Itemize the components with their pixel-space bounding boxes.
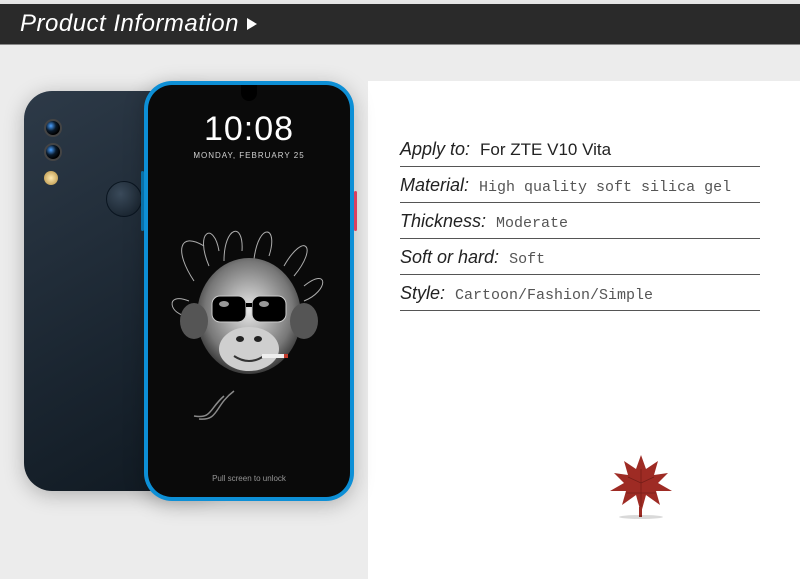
- volume-button: [141, 171, 144, 231]
- content-area: 10:08 MONDAY, FEBRUARY 25: [0, 45, 800, 579]
- phone-screen: 10:08 MONDAY, FEBRUARY 25: [148, 85, 350, 497]
- spec-label: Apply to:: [400, 139, 470, 160]
- page-header: Product Information: [0, 0, 800, 45]
- spec-panel: Apply to: For ZTE V10 Vita Material: Hig…: [368, 81, 800, 579]
- header-title: Product Information: [20, 10, 239, 38]
- spec-row-apply-to: Apply to: For ZTE V10 Vita: [400, 131, 760, 167]
- case-artwork-monkey: [164, 221, 334, 421]
- maple-leaf-icon: [606, 449, 676, 519]
- display-notch: [241, 85, 257, 101]
- spec-value: Soft: [509, 251, 545, 268]
- lockscreen-time: 10:08: [148, 110, 350, 149]
- spec-label: Material:: [400, 175, 469, 196]
- phone-mockup: 10:08 MONDAY, FEBRUARY 25: [34, 81, 334, 531]
- spec-label: Soft or hard:: [400, 247, 499, 268]
- power-button: [354, 191, 357, 231]
- spec-value: Cartoon/Fashion/Simple: [455, 287, 653, 304]
- product-image-panel: 10:08 MONDAY, FEBRUARY 25: [0, 81, 368, 579]
- spec-label: Style:: [400, 283, 445, 304]
- lockscreen-hint: Pull screen to unlock: [148, 474, 350, 483]
- spec-value: High quality soft silica gel: [479, 179, 731, 196]
- spec-row-material: Material: High quality soft silica gel: [400, 167, 760, 203]
- lockscreen-date: MONDAY, FEBRUARY 25: [148, 151, 350, 160]
- lockscreen-clock: 10:08 MONDAY, FEBRUARY 25: [148, 110, 350, 160]
- phone-front-view: 10:08 MONDAY, FEBRUARY 25: [144, 81, 354, 501]
- spec-row-style: Style: Cartoon/Fashion/Simple: [400, 275, 760, 311]
- spec-row-soft-or-hard: Soft or hard: Soft: [400, 239, 760, 275]
- spec-value: For ZTE V10 Vita: [480, 140, 611, 160]
- camera-lens-icon: [44, 143, 62, 161]
- spec-label: Thickness:: [400, 211, 486, 232]
- camera-flash-icon: [44, 171, 58, 185]
- spec-value: Moderate: [496, 215, 568, 232]
- header-arrow-icon: [247, 18, 257, 30]
- camera-lens-icon: [44, 119, 62, 137]
- spec-row-thickness: Thickness: Moderate: [400, 203, 760, 239]
- fingerprint-sensor-icon: [106, 181, 142, 217]
